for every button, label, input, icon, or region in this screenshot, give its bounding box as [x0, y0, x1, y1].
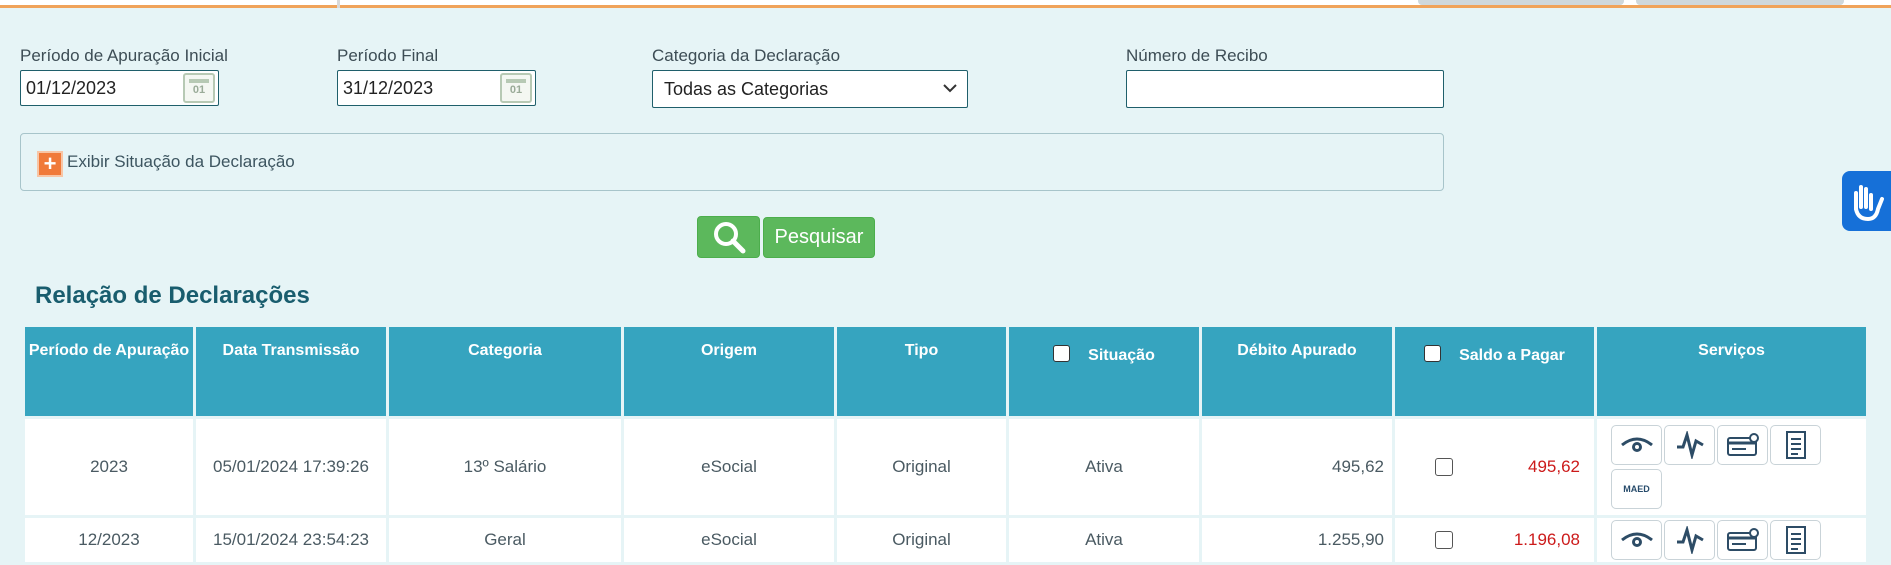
- accessibility-widget-button[interactable]: [1842, 171, 1891, 231]
- select-all-saldo-checkbox[interactable]: [1424, 345, 1442, 362]
- cell-servicos: [1594, 515, 1869, 565]
- col-tipo[interactable]: Tipo: [834, 324, 1009, 419]
- categoria-label: Categoria da Declaração: [652, 46, 841, 65]
- declaracoes-table: Período de Apuração Data Transmissão Cat…: [22, 324, 1869, 565]
- view-button[interactable]: [1611, 425, 1662, 465]
- cell-tipo: Original: [834, 515, 1009, 565]
- cell-situacao: Ativa: [1006, 416, 1202, 518]
- col-data-transmissao[interactable]: Data Transmissão: [193, 324, 389, 419]
- periodo-inicial-value: 01/12/2023: [26, 78, 117, 98]
- view-button[interactable]: [1611, 520, 1662, 560]
- saldo-value: 1.196,08: [1513, 530, 1580, 549]
- document-button[interactable]: [1770, 425, 1821, 465]
- chevron-down-icon: [943, 71, 957, 119]
- exibir-situacao-label[interactable]: Exibir Situação da Declaração: [67, 152, 295, 172]
- cell-debito: 1.255,90: [1199, 515, 1395, 565]
- top-tab-right[interactable]: [1636, 0, 1844, 5]
- col-saldo: Saldo a Pagar: [1392, 324, 1597, 419]
- eye-icon: [1620, 437, 1653, 452]
- cell-situacao: Ativa: [1006, 515, 1202, 565]
- eye-icon: [1620, 532, 1653, 547]
- row-checkbox[interactable]: [1435, 531, 1453, 549]
- top-divider: [337, 0, 340, 8]
- darf-button[interactable]: [1717, 425, 1768, 465]
- cell-data: 15/01/2024 23:54:23: [193, 515, 389, 565]
- maed-button[interactable]: MAED: [1611, 469, 1662, 509]
- recibo-input[interactable]: [1126, 70, 1444, 108]
- cell-categoria: 13º Salário: [386, 416, 624, 518]
- document-button[interactable]: [1770, 520, 1821, 560]
- table-row: 12/2023 15/01/2024 23:54:23 Geral eSocia…: [22, 515, 1869, 565]
- activity-button[interactable]: [1664, 425, 1715, 465]
- top-bar: [0, 0, 1891, 8]
- cell-saldo: 495,62: [1392, 416, 1597, 518]
- col-servicos: Serviços: [1594, 324, 1869, 419]
- col-categoria[interactable]: Categoria: [386, 324, 624, 419]
- col-saldo-label[interactable]: Saldo a Pagar: [1459, 347, 1565, 364]
- calendar-icon[interactable]: 01: [500, 73, 532, 103]
- cell-debito: 495,62: [1199, 416, 1395, 518]
- cell-servicos: MAED: [1594, 416, 1869, 518]
- sign-language-icon: [1854, 185, 1884, 222]
- periodo-final-label: Período Final: [337, 46, 439, 65]
- document-icon: [1785, 431, 1806, 459]
- periodo-inicial-input[interactable]: 01/12/2023 01: [20, 70, 219, 106]
- cell-periodo: 12/2023: [22, 515, 196, 565]
- col-origem[interactable]: Origem: [621, 324, 837, 419]
- situacao-fieldset: + Exibir Situação da Declaração: [20, 133, 1444, 191]
- search-icon: [714, 222, 746, 254]
- cell-data: 05/01/2024 17:39:26: [193, 416, 389, 518]
- periodo-final-input[interactable]: 31/12/2023 01: [337, 70, 536, 106]
- select-all-situacao-checkbox[interactable]: [1053, 345, 1071, 362]
- pulse-icon: [1676, 431, 1704, 459]
- col-situacao: Situação: [1006, 324, 1202, 419]
- recibo-label: Número de Recibo: [1126, 46, 1268, 65]
- row-checkbox[interactable]: [1435, 458, 1453, 476]
- search-button[interactable]: [697, 216, 760, 258]
- periodo-inicial-label: Período de Apuração Inicial: [20, 46, 228, 65]
- calendar-icon[interactable]: 01: [183, 73, 215, 103]
- pesquisar-button[interactable]: Pesquisar: [763, 217, 875, 258]
- cell-origem: eSocial: [621, 515, 837, 565]
- cell-saldo: 1.196,08: [1392, 515, 1597, 565]
- cell-tipo: Original: [834, 416, 1009, 518]
- activity-button[interactable]: [1664, 520, 1715, 560]
- periodo-final-value: 31/12/2023: [343, 78, 434, 98]
- section-title: Relação de Declarações: [35, 282, 310, 309]
- table-row: 2023 05/01/2024 17:39:26 13º Salário eSo…: [22, 416, 1869, 518]
- saldo-value: 495,62: [1528, 457, 1580, 476]
- cell-periodo: 2023: [22, 416, 196, 518]
- card-icon: [1726, 528, 1759, 551]
- cell-origem: eSocial: [621, 416, 837, 518]
- col-situacao-label[interactable]: Situação: [1088, 347, 1155, 364]
- table-header-row: Período de Apuração Data Transmissão Cat…: [22, 324, 1869, 419]
- pulse-icon: [1676, 526, 1704, 554]
- top-tab-left[interactable]: [1418, 0, 1624, 5]
- categoria-select[interactable]: Todas as Categorias: [652, 70, 968, 108]
- plus-icon[interactable]: +: [37, 151, 63, 177]
- card-icon: [1726, 433, 1759, 456]
- darf-button[interactable]: [1717, 520, 1768, 560]
- col-periodo[interactable]: Período de Apuração: [22, 324, 196, 419]
- document-icon: [1785, 526, 1806, 554]
- cell-categoria: Geral: [386, 515, 624, 565]
- col-debito-apurado[interactable]: Débito Apurado: [1199, 324, 1395, 419]
- categoria-value: Todas as Categorias: [664, 79, 829, 99]
